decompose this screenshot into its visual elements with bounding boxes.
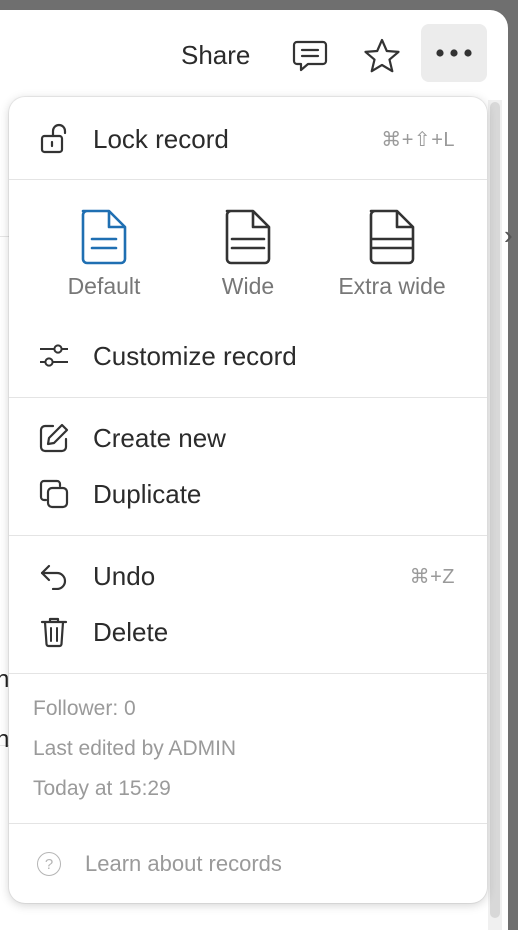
comment-icon[interactable] bbox=[288, 34, 332, 78]
record-options-menu: Lock record ⌘+⇧+L Default Wide Extra wid… bbox=[9, 97, 487, 903]
document-icon bbox=[369, 209, 415, 265]
edit-icon bbox=[37, 421, 71, 455]
more-options-button[interactable] bbox=[421, 24, 487, 82]
duplicate-item[interactable]: Duplicate bbox=[9, 468, 487, 520]
delete-item[interactable]: Delete bbox=[9, 606, 487, 658]
divider bbox=[9, 179, 487, 180]
layout-extra-wide-option[interactable]: Extra wide bbox=[327, 207, 457, 307]
help-icon: ? bbox=[37, 852, 61, 876]
undo-item[interactable]: Undo ⌘+Z bbox=[9, 550, 487, 602]
more-icon bbox=[436, 49, 472, 57]
divider bbox=[9, 823, 487, 824]
background-text: h bbox=[0, 726, 10, 753]
lock-record-item[interactable]: Lock record ⌘+⇧+L bbox=[9, 113, 487, 165]
copy-icon bbox=[37, 477, 71, 511]
layout-default-label: Default bbox=[67, 273, 141, 299]
layout-default-option[interactable]: Default bbox=[39, 207, 169, 307]
delete-label: Delete bbox=[93, 616, 169, 647]
lock-record-label: Lock record bbox=[93, 123, 229, 154]
undo-icon bbox=[37, 559, 71, 593]
trash-icon bbox=[37, 615, 71, 649]
background-text: n bbox=[0, 666, 10, 693]
layout-wide-label: Wide bbox=[221, 273, 275, 299]
share-button[interactable]: Share bbox=[181, 40, 250, 71]
header-toolbar: Share bbox=[0, 10, 508, 96]
customize-record-label: Customize record bbox=[93, 340, 297, 371]
sliders-icon bbox=[37, 339, 71, 373]
document-icon bbox=[81, 209, 127, 265]
create-new-label: Create new bbox=[93, 422, 226, 453]
follower-count: Follower: 0 bbox=[33, 697, 136, 720]
undo-shortcut: ⌘+Z bbox=[409, 565, 455, 588]
learn-about-records-link[interactable]: ? Learn about records bbox=[37, 849, 282, 879]
customize-record-item[interactable]: Customize record bbox=[9, 330, 487, 382]
create-new-item[interactable]: Create new bbox=[9, 412, 487, 464]
chevron-right-icon: › bbox=[504, 220, 513, 250]
lock-record-shortcut: ⌘+⇧+L bbox=[381, 128, 455, 151]
learn-about-records-label: Learn about records bbox=[85, 851, 282, 876]
divider bbox=[9, 535, 487, 536]
undo-label: Undo bbox=[93, 560, 156, 591]
document-icon bbox=[225, 209, 271, 265]
star-icon[interactable] bbox=[360, 34, 404, 78]
divider bbox=[9, 397, 487, 398]
last-edited-time: Today at 15:29 bbox=[33, 777, 171, 800]
layout-extra-wide-label: Extra wide bbox=[338, 273, 446, 299]
layout-wide-option[interactable]: Wide bbox=[183, 207, 313, 307]
duplicate-label: Duplicate bbox=[93, 478, 202, 509]
page-scrollbar-thumb[interactable] bbox=[490, 102, 500, 918]
divider bbox=[9, 673, 487, 674]
last-edited-by: Last edited by ADMIN bbox=[33, 737, 237, 760]
unlock-icon bbox=[37, 122, 71, 156]
